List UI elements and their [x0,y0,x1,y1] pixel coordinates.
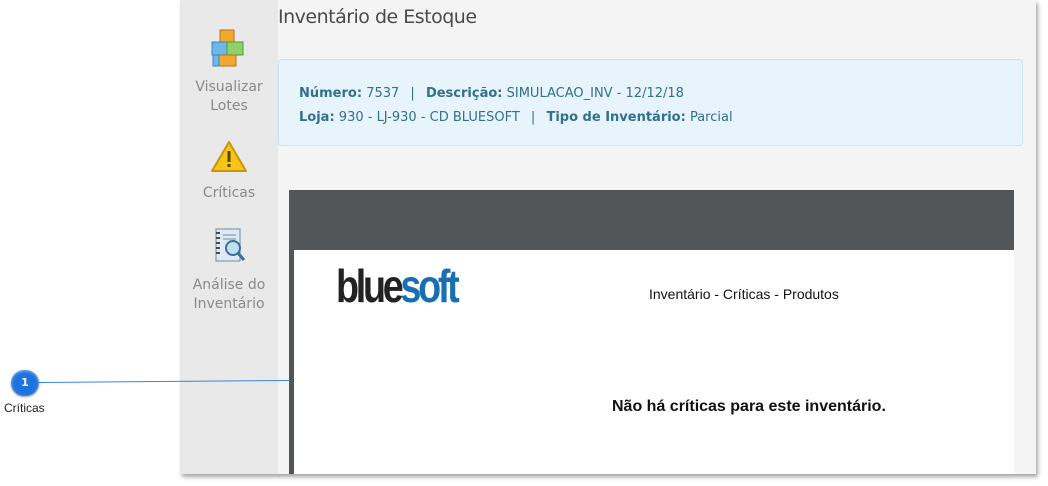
numero-value: 7537 [366,86,400,101]
boxes-icon [180,28,278,74]
sidebar-item-criticas[interactable]: Críticas [180,140,278,203]
app-window: Visualizar Lotes Críticas Análise do Inv… [180,0,1036,474]
sidebar-item-label: Lotes [210,98,248,114]
report-page: bluesoft Inventário - Críticas - Produto… [294,250,1014,474]
warning-icon [180,140,278,180]
logo-text-part1: blue [336,260,404,312]
callout-label: Críticas [4,401,45,415]
sidebar: Visualizar Lotes Críticas Análise do Inv… [180,0,278,474]
report-title: Inventário - Críticas - Produtos [649,286,839,302]
separator: | [410,86,415,101]
tipo-value: Parcial [689,110,733,125]
info-line-1: Número: 7537 | Descrição: SIMULACAO_INV … [299,82,1002,106]
inventory-info-panel: Número: 7537 | Descrição: SIMULACAO_INV … [278,59,1023,146]
report-viewer[interactable]: bluesoft Inventário - Críticas - Produto… [289,190,1014,474]
sidebar-item-label: Críticas [202,185,256,201]
notebook-search-icon [180,226,278,272]
loja-value: 930 - LJ-930 - CD BLUESOFT [338,110,520,125]
logo-text-part2: soft [400,260,459,312]
report-empty-message: Não há críticas para este inventário. [612,398,886,415]
loja-label: Loja: [299,110,335,125]
sidebar-item-label: Visualizar [195,79,263,95]
callout-badge: 1 [11,370,39,396]
page-title: Inventário de Estoque [278,6,477,28]
sidebar-item-label: Inventário [193,296,265,312]
separator: | [530,110,536,125]
sidebar-item-label: Análise do [192,277,266,293]
sidebar-item-analise-inventario[interactable]: Análise do Inventário [180,226,278,314]
sidebar-item-visualizar-lotes[interactable]: Visualizar Lotes [180,28,278,116]
numero-label: Número: [299,86,363,101]
info-line-2: Loja: 930 - LJ-930 - CD BLUESOFT | Tipo … [299,106,1002,130]
descricao-label: Descrição: [425,86,503,101]
tipo-label: Tipo de Inventário: [546,110,686,125]
bluesoft-logo: bluesoft [336,260,460,312]
descricao-value: SIMULACAO_INV - 12/12/18 [506,86,684,101]
